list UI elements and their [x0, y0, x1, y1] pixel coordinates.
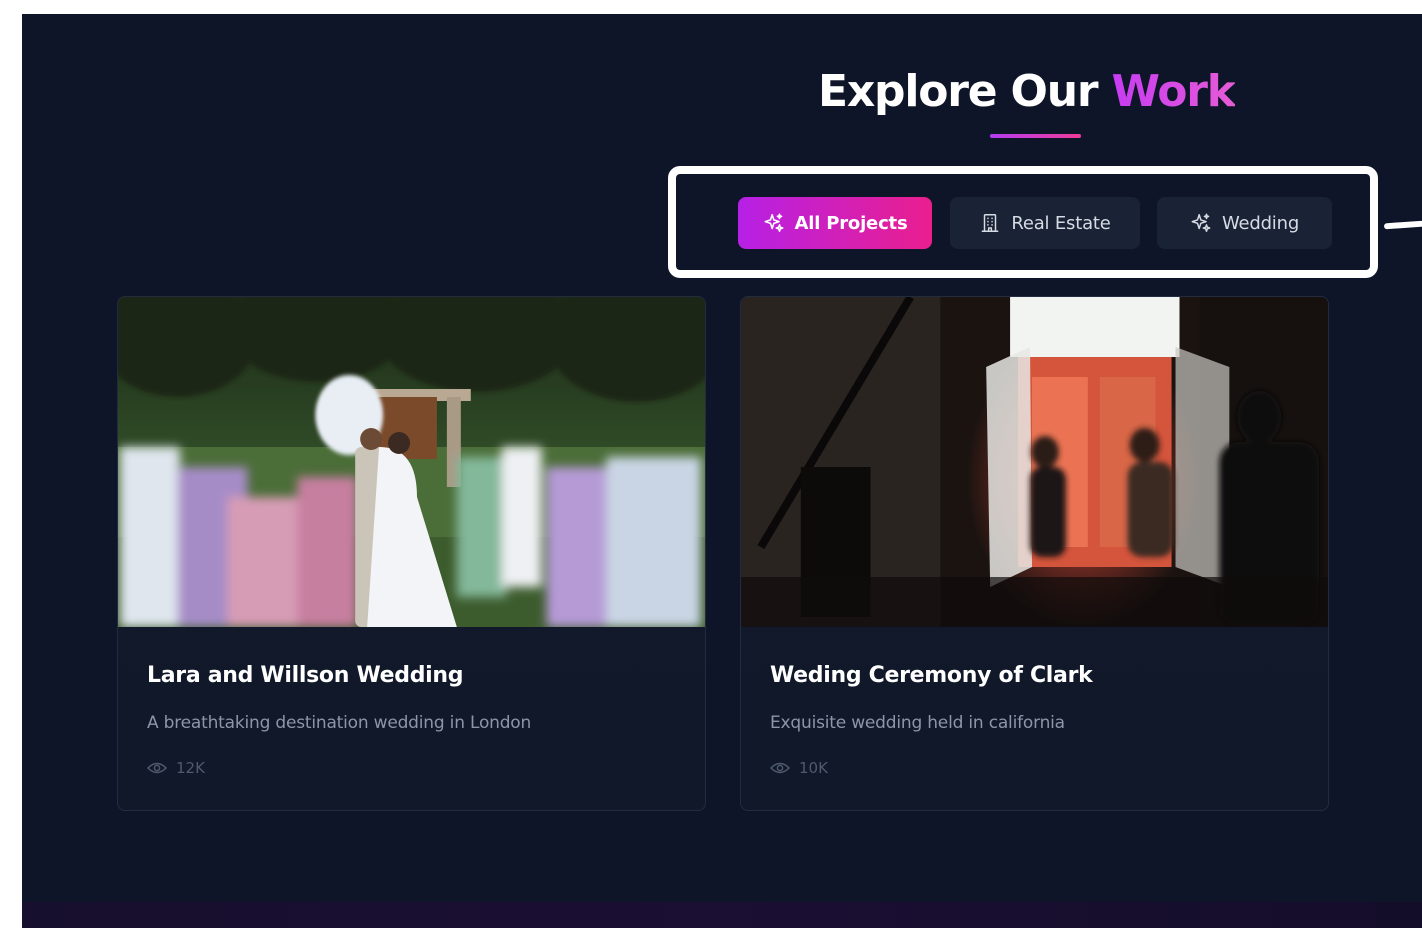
sparkles-icon — [763, 212, 785, 234]
eye-icon — [146, 761, 168, 775]
project-image-film-set[interactable] — [741, 297, 1328, 627]
sparkles-icon — [1190, 212, 1212, 234]
title-underline — [990, 134, 1081, 138]
project-views: 10K — [769, 759, 828, 777]
portfolio-section: Explore Our Work All Projects Real Estat… — [22, 14, 1422, 928]
project-title: Lara and Willson Wedding — [147, 663, 464, 688]
filter-label: Real Estate — [1011, 212, 1111, 234]
filter-real-estate-button[interactable]: Real Estate — [950, 197, 1140, 249]
filter-label: All Projects — [794, 212, 908, 234]
project-image-wedding-couple[interactable] — [118, 297, 705, 627]
filter-wedding-button[interactable]: Wedding — [1157, 197, 1332, 249]
title-prefix: Explore Our — [818, 66, 1112, 117]
highlight-outline-tail — [1383, 220, 1422, 230]
title-accent: Work — [1111, 66, 1236, 117]
filter-all-projects-button[interactable]: All Projects — [738, 197, 932, 249]
project-description: A breathtaking destination wedding in Lo… — [147, 713, 532, 733]
project-card[interactable]: Lara and Willson Wedding A breathtaking … — [117, 296, 706, 811]
filter-label: Wedding — [1221, 212, 1300, 234]
views-count: 10K — [799, 759, 828, 777]
project-description: Exquisite wedding held in california — [770, 713, 1065, 733]
project-title: Weding Ceremony of Clark — [770, 663, 1093, 688]
section-title: Explore Our Work — [818, 66, 1236, 117]
footer-edge — [22, 902, 1422, 928]
views-count: 12K — [176, 759, 205, 777]
eye-icon — [769, 761, 791, 775]
project-card[interactable]: Weding Ceremony of Clark Exquisite weddi… — [740, 296, 1329, 811]
project-views: 12K — [146, 759, 205, 777]
building-icon — [979, 212, 1001, 234]
